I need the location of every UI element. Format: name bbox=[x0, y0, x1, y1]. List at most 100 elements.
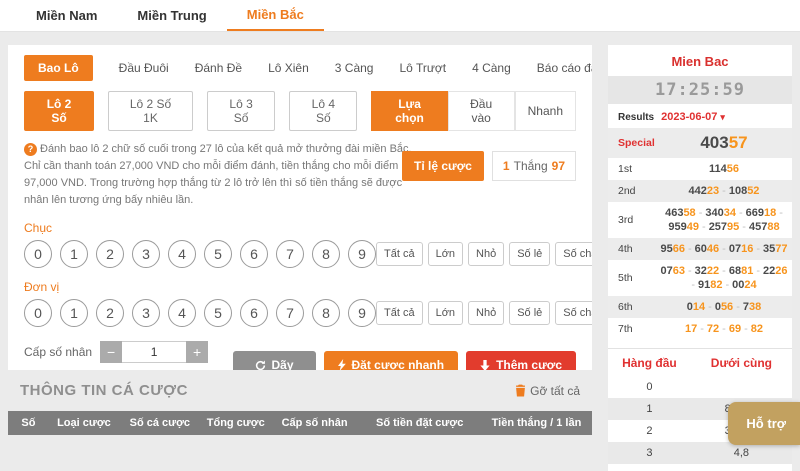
tab-mien-nam[interactable]: Miền Nam bbox=[16, 0, 117, 31]
digit-circle[interactable]: 5 bbox=[204, 240, 232, 268]
digit-circle[interactable]: 0 bbox=[24, 240, 52, 268]
result-number-suffix: 46 bbox=[707, 243, 719, 255]
result-number-suffix: 23 bbox=[707, 185, 719, 197]
digit-circle[interactable]: 2 bbox=[96, 240, 124, 268]
filter-button[interactable]: Lớn bbox=[428, 242, 463, 266]
digit-circles: 0123456789 bbox=[24, 299, 376, 327]
digit-circle[interactable]: 4 bbox=[168, 240, 196, 268]
result-number-suffix: 63 bbox=[673, 265, 685, 277]
digit-row-label: Đơn vị bbox=[24, 280, 576, 294]
filter-button[interactable]: Số chẵn bbox=[555, 301, 592, 325]
filter-button[interactable]: Tất cả bbox=[376, 301, 423, 325]
odds-win-value: 97 bbox=[552, 159, 565, 173]
digit-circle[interactable]: 6 bbox=[240, 240, 268, 268]
result-number: 40357 bbox=[700, 133, 747, 153]
digit-circle[interactable]: 3 bbox=[132, 299, 160, 327]
filter-button[interactable]: Số lẻ bbox=[509, 242, 550, 266]
filter-button[interactable]: Số lẻ bbox=[509, 301, 550, 325]
help-icon: ? bbox=[24, 143, 37, 156]
digit-circle[interactable]: 7 bbox=[276, 299, 304, 327]
result-number-suffix: 17 bbox=[685, 323, 697, 335]
filter-button[interactable]: Số chẵn bbox=[555, 242, 592, 266]
result-separator: - bbox=[722, 323, 726, 335]
view-button[interactable]: Nhanh bbox=[515, 91, 576, 131]
multiplier-stepper: Cấp số nhân − + bbox=[24, 341, 232, 363]
result-number-suffix: 81 bbox=[741, 265, 753, 277]
digit-circle[interactable]: 2 bbox=[96, 299, 124, 327]
result-number-suffix: 16 bbox=[741, 243, 753, 255]
quick-bet-button[interactable]: Đặt cược nhanh bbox=[324, 351, 459, 370]
view-button[interactable]: Đầu vào bbox=[448, 91, 515, 131]
result-row-label: 4th bbox=[612, 243, 660, 255]
lightning-icon bbox=[338, 359, 346, 370]
bet-type-tab[interactable]: Báo cáo đặt cược bbox=[537, 61, 592, 75]
result-number: 46358 bbox=[665, 207, 696, 219]
result-number: 0716 bbox=[729, 243, 754, 255]
add-bet-button[interactable]: Thêm cược bbox=[466, 351, 576, 370]
plus-button[interactable]: + bbox=[186, 341, 208, 363]
tab-mien-bac[interactable]: Miền Bắc bbox=[227, 0, 324, 31]
result-number-suffix: 22 bbox=[707, 265, 719, 277]
result-number-prefix: 959 bbox=[668, 221, 686, 233]
bet-type-tab[interactable]: Bao Lô bbox=[24, 55, 93, 81]
digit-circle[interactable]: 9 bbox=[348, 240, 376, 268]
tab-mien-trung[interactable]: Miền Trung bbox=[117, 0, 226, 31]
result-number-prefix: 00 bbox=[732, 279, 744, 291]
series-button[interactable]: Dãy bbox=[233, 351, 316, 370]
result-numbers: 11456 bbox=[660, 163, 788, 175]
result-number: 34034 bbox=[705, 207, 736, 219]
result-separator: - bbox=[744, 323, 748, 335]
digit-circle[interactable]: 5 bbox=[204, 299, 232, 327]
multiplier-input[interactable] bbox=[122, 341, 186, 363]
result-separator: - bbox=[700, 323, 704, 335]
mode-button[interactable]: Lô 3 Số bbox=[207, 91, 275, 131]
result-number: 6046 bbox=[695, 243, 720, 255]
digit-circle[interactable]: 1 bbox=[60, 240, 88, 268]
bet-type-tab[interactable]: Lô Xiên bbox=[268, 61, 309, 75]
result-row-label: 6th bbox=[612, 301, 660, 313]
bet-type-tab[interactable]: Đánh Đề bbox=[195, 61, 242, 75]
bet-type-tab[interactable]: 4 Càng bbox=[472, 61, 511, 75]
result-number: 6881 bbox=[729, 265, 754, 277]
result-row-label: 1st bbox=[612, 163, 660, 175]
head-digit-cell: 3 bbox=[608, 447, 691, 459]
filter-button[interactable]: Tất cả bbox=[376, 242, 423, 266]
digit-circle[interactable]: 0 bbox=[24, 299, 52, 327]
filter-button[interactable]: Nhỏ bbox=[468, 301, 504, 325]
result-number: 11456 bbox=[709, 163, 739, 175]
digit-circle[interactable]: 6 bbox=[240, 299, 268, 327]
down-arrow-icon bbox=[480, 360, 490, 370]
mode-row: Lô 2 Số Lô 2 Số 1K Lô 3 Số Lô 4 Số Lựa chọn… bbox=[24, 91, 576, 131]
bet-table-header-cell: Cấp số nhân bbox=[271, 417, 359, 429]
head-tail-header: Hàng đầu Dưới cùng bbox=[608, 349, 792, 376]
result-number: 45788 bbox=[749, 221, 780, 233]
digit-circle[interactable]: 3 bbox=[132, 240, 160, 268]
result-row-label: Special bbox=[612, 137, 660, 149]
filter-button[interactable]: Nhỏ bbox=[468, 242, 504, 266]
result-number: 3577 bbox=[763, 243, 788, 255]
countdown-clock: 17:25:59 bbox=[608, 76, 792, 104]
digit-circle[interactable]: 8 bbox=[312, 240, 340, 268]
digit-circle[interactable]: 8 bbox=[312, 299, 340, 327]
digit-circle[interactable]: 1 bbox=[60, 299, 88, 327]
filter-button[interactable]: Lớn bbox=[428, 301, 463, 325]
digit-circle[interactable]: 4 bbox=[168, 299, 196, 327]
bet-type-tab[interactable]: Đầu Đuôi bbox=[119, 61, 169, 75]
view-button[interactable]: Lựa chọn bbox=[371, 91, 447, 131]
result-row: 7th17-72-69-82 bbox=[608, 318, 792, 340]
bet-type-tab[interactable]: 3 Càng bbox=[335, 61, 374, 75]
odds-rate-button[interactable]: Tỉ lệ cược bbox=[402, 151, 484, 181]
bet-type-tab[interactable]: Lô Trượt bbox=[399, 61, 446, 75]
minus-button[interactable]: − bbox=[100, 341, 122, 363]
digit-circle[interactable]: 7 bbox=[276, 240, 304, 268]
clear-all-button[interactable]: Gỡ tất cả bbox=[515, 384, 580, 398]
mode-button[interactable]: Lô 4 Số bbox=[289, 91, 357, 131]
mode-button[interactable]: Lô 2 Số bbox=[24, 91, 94, 131]
support-button[interactable]: Hỗ trợ bbox=[728, 402, 800, 445]
results-date-dropdown[interactable]: 2023-06-07 ▾ bbox=[661, 111, 725, 123]
mode-button[interactable]: Lô 2 Số 1K bbox=[108, 91, 193, 131]
bet-table-header: SốLoại cượcSố cá cượcTổng cượcCấp số nhâ… bbox=[8, 411, 592, 435]
digit-circle[interactable]: 9 bbox=[348, 299, 376, 327]
result-numbers: 17-72-69-82 bbox=[660, 323, 788, 335]
result-numbers: 44223-10852 bbox=[660, 185, 788, 197]
